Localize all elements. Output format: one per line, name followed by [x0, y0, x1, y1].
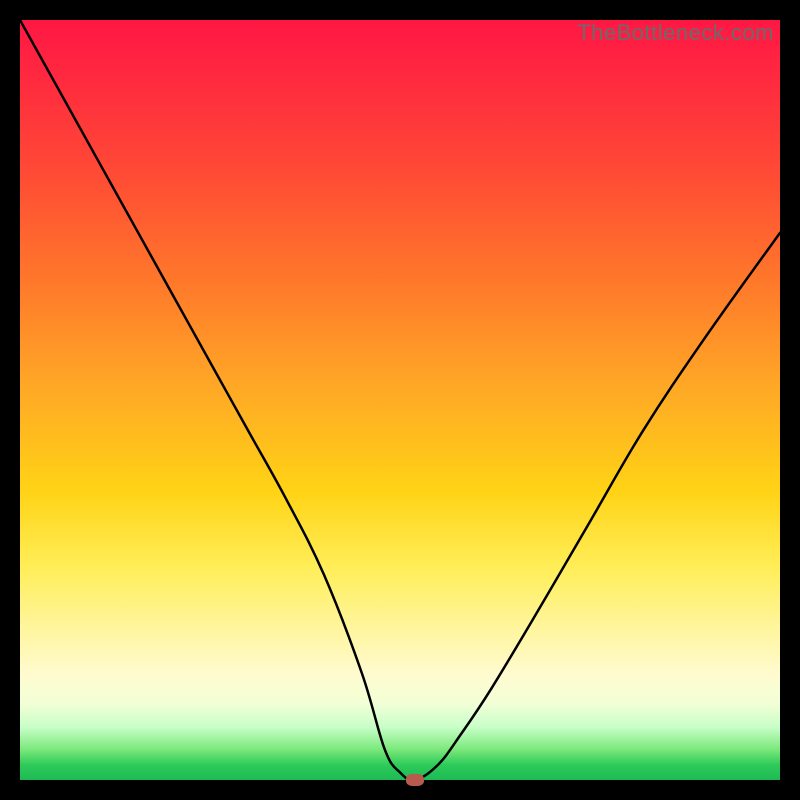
bottleneck-curve — [20, 20, 780, 780]
chart-frame: TheBottleneck.com — [20, 20, 780, 780]
optimal-point-marker — [406, 774, 424, 786]
